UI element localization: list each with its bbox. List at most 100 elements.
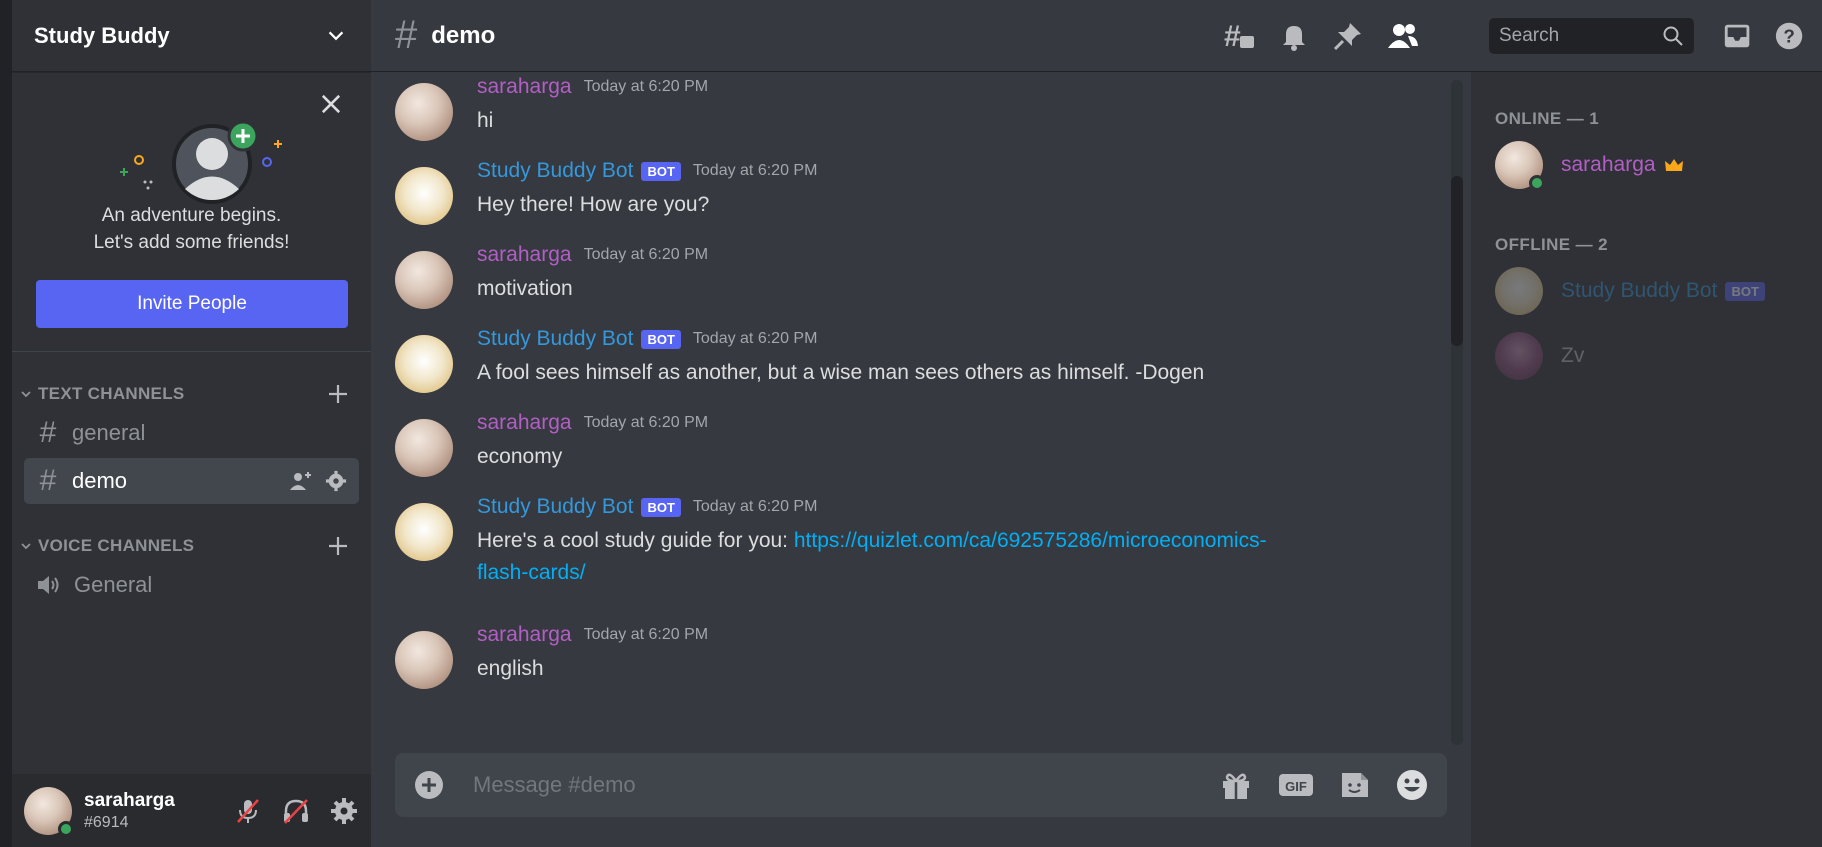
member-list-panel: Search ? ONLINE — 1 saraharga OFFLINE — … — [1471, 0, 1822, 847]
inbox-icon[interactable] — [1722, 21, 1752, 51]
channel-label: General — [74, 572, 153, 597]
channel-general[interactable]: # general — [24, 410, 359, 456]
message: Study Buddy Bot BOT Today at 6:20 PM Hey t… — [395, 157, 817, 225]
study-guide-link-continued[interactable]: flash-cards/ — [477, 561, 586, 584]
channel-sidebar: Study Buddy An adventure begins. Let's a… — [12, 0, 371, 847]
message: saraharga Today at 6:20 PM economy — [395, 409, 708, 477]
chevron-down-icon — [21, 391, 31, 398]
gear-icon[interactable] — [329, 796, 359, 826]
message-content: hi — [477, 109, 494, 132]
message-input[interactable] — [473, 772, 1219, 798]
message-author[interactable]: Study Buddy Bot — [477, 495, 633, 519]
members-icon[interactable] — [1386, 20, 1420, 52]
category-voice-channels[interactable]: VOICE CHANNELS — [12, 532, 371, 560]
user-info[interactable]: saraharga #6914 — [84, 790, 233, 832]
member-name: saraharga — [1561, 153, 1656, 176]
server-header[interactable]: Study Buddy — [12, 0, 371, 72]
plus-icon[interactable] — [327, 383, 349, 405]
invite-card: An adventure begins. Let's add some frie… — [12, 72, 371, 352]
message-content: english — [477, 657, 544, 680]
search-icon — [1663, 26, 1683, 46]
offline-section-header: OFFLINE — 2 — [1495, 235, 1609, 254]
invite-people-button[interactable]: Invite People — [36, 280, 348, 328]
speaker-icon — [38, 576, 59, 594]
avatar[interactable] — [395, 167, 453, 225]
bot-badge: BOT — [641, 329, 681, 349]
hash-icon: # — [395, 13, 418, 57]
online-section-header: ONLINE — 1 — [1495, 109, 1600, 128]
message-author[interactable]: Study Buddy Bot — [477, 159, 633, 183]
message-timestamp: Today at 6:20 PM — [583, 78, 709, 95]
avatar[interactable] — [395, 251, 453, 309]
gear-icon[interactable] — [325, 470, 347, 492]
channel-demo[interactable]: # demo — [24, 458, 359, 504]
message-content: motivation — [477, 277, 573, 300]
message-author[interactable]: Study Buddy Bot — [477, 327, 633, 351]
channel-label: demo — [72, 468, 128, 493]
voice-channel-general[interactable]: General — [24, 562, 359, 608]
user-tag: #6914 — [84, 813, 129, 831]
sticker-icon[interactable] — [1339, 769, 1371, 801]
message-timestamp: Today at 6:20 PM — [692, 162, 818, 179]
message: saraharga Today at 6:20 PM motivation — [395, 241, 708, 309]
message-timestamp: Today at 6:20 PM — [583, 246, 709, 263]
invite-line-2: Let's add some friends! — [93, 232, 290, 253]
avatar[interactable] — [395, 335, 453, 393]
scrollbar-thumb[interactable] — [1451, 176, 1463, 346]
member-name: Study Buddy Bot — [1561, 279, 1718, 302]
category-text-channels[interactable]: TEXT CHANNELS — [12, 380, 371, 408]
online-status-icon — [58, 820, 74, 837]
channel-toolbar: # — [1222, 0, 1420, 72]
message-author[interactable]: saraharga — [477, 243, 572, 267]
message-author[interactable]: saraharga — [477, 623, 572, 647]
svg-text:#: # — [1224, 20, 1241, 52]
chevron-down-icon[interactable] — [325, 25, 347, 47]
message-timestamp: Today at 6:20 PM — [583, 626, 709, 643]
chat-area: # demo saraharga Today at 6:20 PM hi Stud… — [371, 0, 1471, 847]
emoji-icon[interactable] — [1395, 768, 1429, 802]
message-text: Here's a cool study guide for you: — [477, 529, 794, 552]
headphones-muted-icon[interactable] — [281, 796, 311, 826]
mic-muted-icon[interactable] — [233, 796, 263, 826]
category-label: VOICE CHANNELS — [38, 536, 195, 555]
channel-title: demo — [431, 21, 496, 49]
close-icon[interactable] — [317, 90, 345, 118]
username: saraharga — [84, 789, 175, 811]
avatar[interactable] — [395, 83, 453, 141]
message-author[interactable]: saraharga — [477, 411, 572, 435]
member-item[interactable]: saraharga — [1495, 141, 1684, 191]
member-item[interactable]: Zv — [1495, 332, 1584, 380]
message-author[interactable]: saraharga — [477, 75, 572, 99]
avatar[interactable] — [24, 786, 74, 837]
message-timestamp: Today at 6:20 PM — [692, 498, 818, 515]
app-window: Study Buddy An adventure begins. Let's a… — [0, 0, 1822, 847]
invite-line-1: An adventure begins. — [101, 205, 282, 226]
member-name: Zv — [1561, 344, 1585, 367]
threads-icon[interactable]: # — [1222, 20, 1256, 52]
bot-badge: BOT — [641, 161, 681, 181]
help-icon[interactable]: ? — [1774, 20, 1804, 52]
user-panel: saraharga #6914 — [12, 774, 371, 847]
plus-icon[interactable] — [327, 535, 349, 557]
pin-icon[interactable] — [1332, 20, 1364, 52]
add-circle-icon[interactable] — [413, 769, 445, 801]
add-member-icon[interactable] — [289, 470, 313, 492]
gift-icon[interactable] — [1219, 769, 1253, 801]
study-guide-link[interactable]: https://quizlet.com/ca/692575286/microec… — [794, 529, 1267, 552]
svg-text:?: ? — [1783, 25, 1795, 46]
server-rail — [0, 0, 12, 847]
message-content: Here's a cool study guide for you: https… — [477, 525, 1267, 589]
bell-icon[interactable] — [1278, 20, 1310, 52]
avatar[interactable] — [395, 503, 453, 561]
avatar — [1495, 332, 1543, 380]
message-list: saraharga Today at 6:20 PM hi Study Buddy… — [371, 73, 1471, 743]
avatar[interactable] — [395, 419, 453, 477]
gif-icon[interactable]: GIF — [1277, 769, 1315, 801]
message-content: Hey there! How are you? — [477, 193, 710, 216]
message: saraharga Today at 6:20 PM hi — [395, 73, 708, 141]
member-item[interactable]: Study Buddy Bot BOT — [1495, 267, 1765, 315]
message-timestamp: Today at 6:20 PM — [692, 330, 818, 347]
channel-label: general — [72, 420, 146, 445]
search-input[interactable]: Search — [1489, 17, 1694, 54]
avatar[interactable] — [395, 631, 453, 689]
